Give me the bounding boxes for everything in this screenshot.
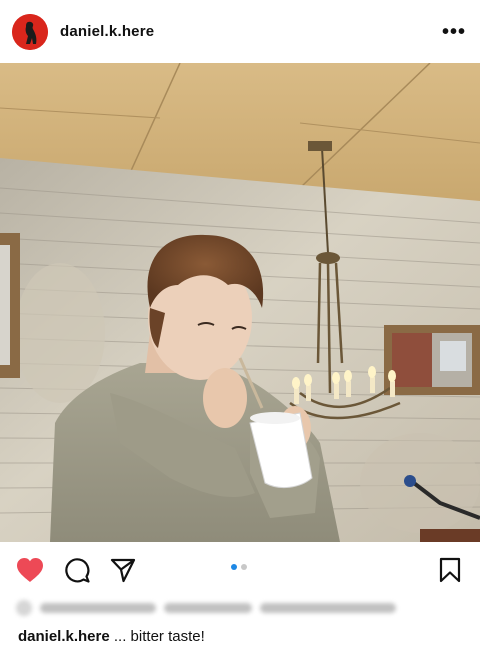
paper-plane-icon[interactable] bbox=[110, 557, 136, 583]
username-link[interactable]: daniel.k.here bbox=[60, 23, 154, 40]
avatar[interactable] bbox=[12, 13, 48, 50]
more-options-icon[interactable]: ••• bbox=[442, 22, 466, 42]
caption-username-link[interactable]: daniel.k.here bbox=[18, 628, 110, 645]
liker-avatar bbox=[16, 600, 32, 616]
post-photo[interactable] bbox=[0, 63, 480, 542]
comment-bubble-icon[interactable] bbox=[64, 557, 90, 583]
caption-text: ... bitter taste! bbox=[109, 628, 205, 645]
post-image bbox=[0, 63, 480, 542]
carousel-dot bbox=[241, 564, 247, 570]
liked-by-blurred bbox=[16, 598, 396, 618]
action-bar bbox=[0, 542, 480, 598]
post-header: daniel.k.here ••• bbox=[0, 0, 480, 63]
bookmark-icon[interactable] bbox=[438, 557, 462, 583]
carousel-dot-active bbox=[231, 564, 237, 570]
carousel-indicator bbox=[231, 564, 247, 570]
heart-filled-icon[interactable] bbox=[16, 557, 44, 583]
avatar-silhouette bbox=[12, 13, 48, 50]
post-caption: daniel.k.here ... bitter taste! bbox=[18, 627, 205, 647]
